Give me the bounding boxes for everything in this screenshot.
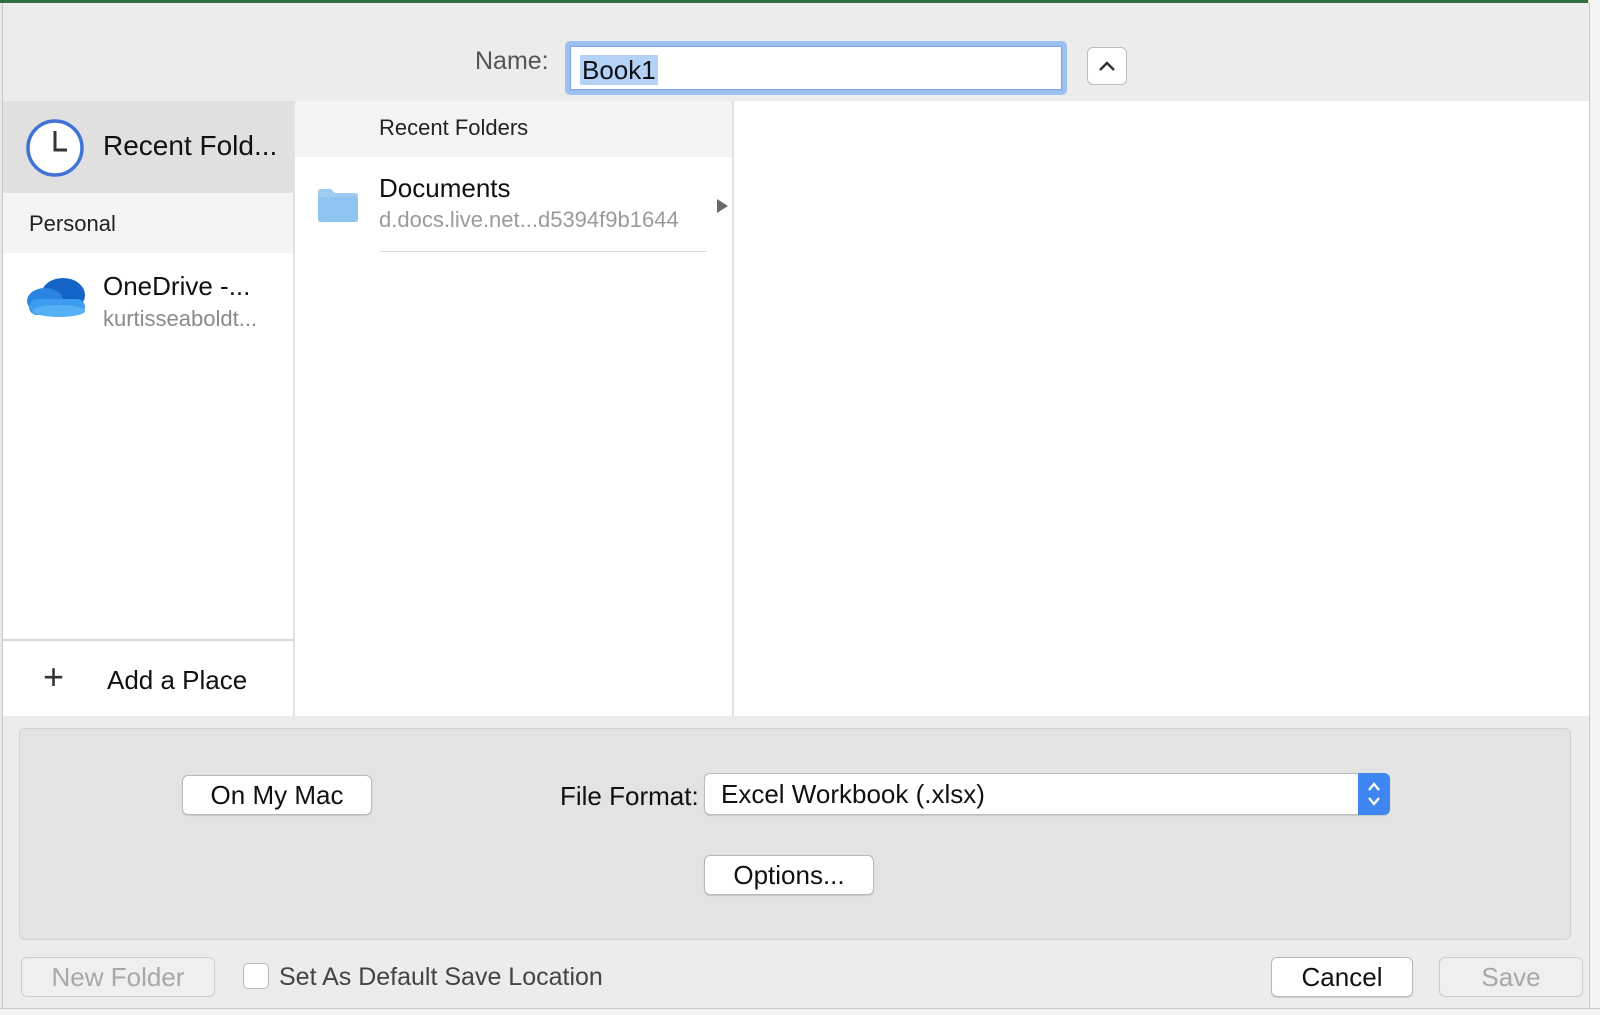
- name-label: Name:: [475, 47, 549, 75]
- default-location-label: Set As Default Save Location: [279, 963, 603, 991]
- divider: [379, 251, 707, 252]
- file-format-value: Excel Workbook (.xlsx): [721, 779, 985, 809]
- places-sidebar: Recent Fold... Personal OneDrive -... ku…: [3, 101, 295, 716]
- on-my-mac-button[interactable]: On My Mac: [182, 775, 372, 815]
- section-label: Personal: [29, 211, 116, 236]
- onedrive-account: kurtisseaboldt...: [103, 306, 258, 331]
- folder-contents-pane: [734, 101, 1589, 716]
- list-item[interactable]: Documents d.docs.live.net...d5394f9b1644: [295, 159, 732, 253]
- new-folder-button[interactable]: New Folder: [21, 957, 215, 997]
- up-down-chevron-icon: [1368, 782, 1380, 806]
- onedrive-cloud-icon: [27, 278, 85, 317]
- file-name-input[interactable]: Book1: [565, 41, 1067, 95]
- sidebar-section-personal: Personal: [3, 193, 293, 253]
- folder-name: Documents: [379, 173, 511, 203]
- sidebar-item-recent-folders[interactable]: Recent Fold...: [3, 101, 293, 193]
- sidebar-item-label: Recent Fold...: [103, 130, 278, 161]
- recent-folders-title: Recent Folders: [379, 115, 529, 140]
- recent-folders-pane: Recent Folders Documents d.docs.live.net…: [295, 101, 734, 716]
- save-button[interactable]: Save: [1439, 957, 1583, 997]
- folder-location: d.docs.live.net...d5394f9b1644: [379, 207, 679, 232]
- add-a-place-label: Add a Place: [107, 665, 248, 695]
- plus-icon: +: [43, 656, 65, 697]
- sidebar-item-onedrive[interactable]: OneDrive -... kurtisseaboldt...: [3, 253, 293, 353]
- cancel-button[interactable]: Cancel: [1271, 957, 1413, 997]
- collapse-button[interactable]: [1087, 47, 1127, 85]
- options-button[interactable]: Options...: [704, 855, 874, 895]
- save-dialog: Name: Book1 Recent Fold... Personal OneD…: [2, 3, 1590, 1008]
- file-format-label: File Format:: [560, 781, 699, 811]
- file-format-select[interactable]: Excel Workbook (.xlsx): [704, 773, 1390, 815]
- disclosure-arrow-icon[interactable]: [717, 199, 728, 213]
- add-a-place-button[interactable]: + Add a Place: [3, 639, 293, 718]
- select-stepper[interactable]: [1358, 773, 1390, 815]
- clock-icon: [26, 119, 84, 177]
- folder-icon: [318, 189, 358, 222]
- default-location-checkbox[interactable]: [243, 963, 269, 989]
- recent-folders-header: Recent Folders: [295, 101, 732, 157]
- save-options-panel: On My Mac File Format: Excel Workbook (.…: [19, 728, 1571, 940]
- file-name-value[interactable]: Book1: [580, 55, 658, 85]
- chevron-up-icon: [1099, 61, 1115, 71]
- onedrive-title: OneDrive -...: [103, 271, 251, 301]
